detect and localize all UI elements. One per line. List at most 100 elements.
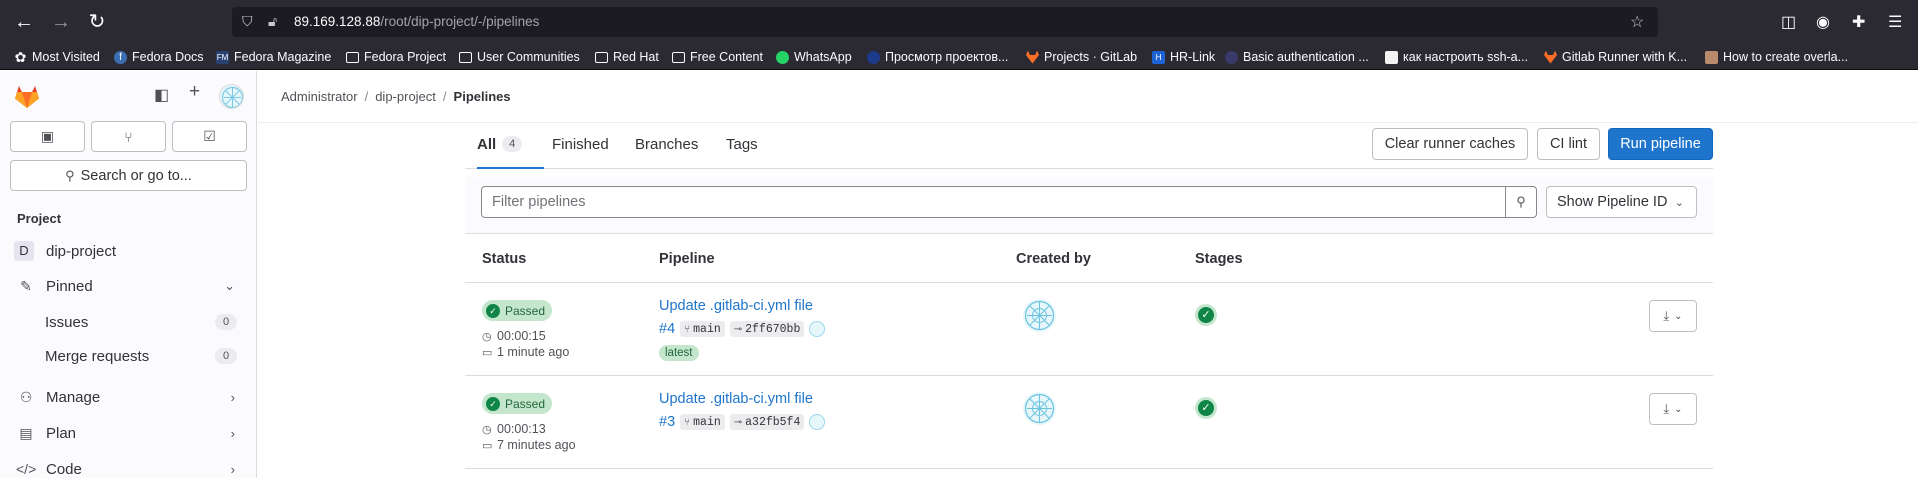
manage-label: Manage <box>46 388 101 406</box>
show-pipeline-id-dropdown[interactable]: Show Pipeline ID ⌄ <box>1546 186 1697 218</box>
bookmark-item[interactable]: User Communities <box>459 49 580 65</box>
tab-tags[interactable]: Tags <box>726 129 758 169</box>
ci-lint-button[interactable]: CI lint <box>1537 128 1600 160</box>
duration-value: 00:00:13 <box>497 422 546 436</box>
sidebar-toggle-icon[interactable]: ◧ <box>154 85 169 105</box>
bookmark-item[interactable]: How to create overla... <box>1705 49 1848 65</box>
creator-avatar[interactable] <box>1023 392 1056 425</box>
merge-requests-button[interactable]: ⑂ <box>91 121 166 152</box>
branch-name: main <box>693 322 721 336</box>
run-pipeline-button[interactable]: Run pipeline <box>1608 128 1713 160</box>
branch-ref[interactable]: ⑂ main <box>680 321 725 337</box>
tab-all[interactable]: All 4 <box>477 129 544 169</box>
user-avatar[interactable] <box>219 84 244 109</box>
search-label: Search or go to... <box>80 167 192 184</box>
chevron-right-icon: › <box>230 425 235 441</box>
stage-passed-icon[interactable]: ✓ <box>1195 304 1217 326</box>
breadcrumb: Administrator / dip-project / Pipelines <box>281 89 511 104</box>
address-bar[interactable]: ⛉ 🔓︎ 89.169.128.88/root/dip-project/-/pi… <box>232 7 1658 37</box>
bookmark-star-icon[interactable]: ☆ <box>1630 12 1644 32</box>
table-row: ✓ Passed ◷ 00:00:13 ▭ 7 minutes ago Update… <box>465 376 1713 469</box>
breadcrumb-pipelines[interactable]: Pipelines <box>454 89 511 104</box>
bookmark-item[interactable]: Fedora Project <box>346 49 446 65</box>
status-badge[interactable]: ✓ Passed <box>482 393 553 414</box>
pipeline-commit-title[interactable]: Update .gitlab-ci.yml file <box>659 298 813 314</box>
assigned-issues-button[interactable]: ▣ <box>10 121 85 152</box>
extensions-icon[interactable]: ✚ <box>1852 12 1865 32</box>
pipeline-commit-title[interactable]: Update .gitlab-ci.yml file <box>659 391 813 407</box>
sidebar-item-code[interactable]: </> Code › <box>8 454 249 478</box>
column-status: Status <box>482 251 527 267</box>
sidebar-item-plan[interactable]: ▤ Plan › <box>8 418 249 448</box>
download-artifacts-button[interactable]: ⤓ ⌄ <box>1649 393 1697 425</box>
bookmark-item[interactable]: H HR-Link <box>1152 49 1215 65</box>
lock-warning-icon[interactable]: 🔓︎ <box>268 13 277 30</box>
gitlab-logo-icon[interactable] <box>14 85 40 109</box>
bookmark-item[interactable]: f Fedora Docs <box>114 49 204 65</box>
breadcrumb-project[interactable]: dip-project <box>375 89 436 104</box>
filter-search-button[interactable]: ⚲ <box>1505 186 1537 218</box>
back-icon[interactable]: ← <box>12 11 36 33</box>
bookmark-item[interactable]: Просмотр проектов... <box>867 49 1008 65</box>
bookmark-label: Free Content <box>690 50 763 64</box>
bookmark-item[interactable]: Free Content <box>672 49 763 65</box>
merge-requests-label: Merge requests <box>45 347 150 365</box>
menu-icon[interactable]: ☰ <box>1888 12 1902 32</box>
bookmark-item[interactable]: Basic authentication ... <box>1225 49 1369 65</box>
commit-ref[interactable]: ⊸ a32fb5f4 <box>729 414 805 430</box>
bookmark-item[interactable]: Projects · GitLab <box>1026 49 1137 65</box>
pinned-label: Pinned <box>46 277 93 295</box>
stage-passed-icon[interactable]: ✓ <box>1195 397 1217 419</box>
tab-branches[interactable]: Branches <box>635 129 698 169</box>
bookmark-label: User Communities <box>477 50 580 64</box>
search-button[interactable]: ⚲ Search or go to... <box>10 160 247 191</box>
breadcrumb-administrator[interactable]: Administrator <box>281 89 358 104</box>
bookmark-item[interactable]: WhatsApp <box>776 49 852 65</box>
pocket-icon[interactable]: ◫ <box>1781 12 1796 32</box>
bookmark-item[interactable]: Gitlab Runner with K... <box>1544 49 1687 65</box>
status-badge[interactable]: ✓ Passed <box>482 300 553 321</box>
sidebar-item-manage[interactable]: ⚇ Manage › <box>8 382 249 412</box>
todo-list-button[interactable]: ☑ <box>172 121 247 152</box>
bookmark-item[interactable]: FM Fedora Magazine <box>216 49 331 65</box>
manage-icon: ⚇ <box>19 388 33 405</box>
bookmark-item[interactable]: как настроить ssh-a... <box>1385 49 1528 65</box>
commit-author-avatar[interactable] <box>809 414 826 430</box>
sidebar-item-issues[interactable]: Issues 0 <box>8 307 249 337</box>
sidebar-item-project[interactable]: D dip-project <box>8 236 249 266</box>
bookmark-label: Просмотр проектов... <box>885 50 1009 64</box>
branch-ref[interactable]: ⑂ main <box>680 414 725 430</box>
branch-icon: ⑂ <box>684 323 691 335</box>
clear-runner-caches-button[interactable]: Clear runner caches <box>1372 128 1528 160</box>
pipeline-id-link[interactable]: #3 <box>659 414 675 430</box>
pipeline-id-link[interactable]: #4 <box>659 321 675 337</box>
tab-finished[interactable]: Finished <box>552 129 609 169</box>
folder-icon <box>459 51 472 63</box>
yandex-icon <box>867 50 880 64</box>
download-artifacts-button[interactable]: ⤓ ⌄ <box>1649 300 1697 332</box>
url-text[interactable]: 89.169.128.88/root/dip-project/-/pipelin… <box>294 14 539 29</box>
reload-icon[interactable]: ↻ <box>85 11 109 33</box>
forward-icon[interactable]: → <box>49 11 73 33</box>
calendar-icon: ▭ <box>482 440 493 452</box>
sidebar: ◧ + ▣ ⑂ ☑ ⚲ Search or go to... Project D… <box>0 71 257 478</box>
shield-icon[interactable]: ⛉ <box>242 13 253 30</box>
sidebar-item-pinned[interactable]: ✎ Pinned ⌄ <box>8 271 249 301</box>
commit-icon: ⊸ <box>733 323 743 335</box>
code-label: Code <box>46 460 82 478</box>
project-name: dip-project <box>46 242 117 260</box>
gitlab-icon <box>1026 50 1039 64</box>
create-new-icon[interactable]: + <box>189 81 200 103</box>
bookmark-item[interactable]: ✿ Most Visited <box>14 49 100 65</box>
table-header: Status Pipeline Created by Stages <box>465 236 1713 283</box>
commit-author-avatar[interactable] <box>809 321 826 337</box>
sidebar-item-merge-requests[interactable]: Merge requests 0 <box>8 341 249 371</box>
creator-avatar[interactable] <box>1023 299 1056 332</box>
filter-pipelines-input[interactable]: Filter pipelines <box>481 186 1506 218</box>
bookmark-item[interactable]: Red Hat <box>595 49 659 65</box>
bookmark-label: Red Hat <box>613 50 659 64</box>
finished-time: ▭ 1 minute ago <box>482 345 569 359</box>
filter-bar: Filter pipelines ⚲ Show Pipeline ID ⌄ <box>465 177 1713 234</box>
account-icon[interactable]: ◉ <box>1816 12 1830 32</box>
commit-ref[interactable]: ⊸ 2ff670bb <box>729 321 805 337</box>
